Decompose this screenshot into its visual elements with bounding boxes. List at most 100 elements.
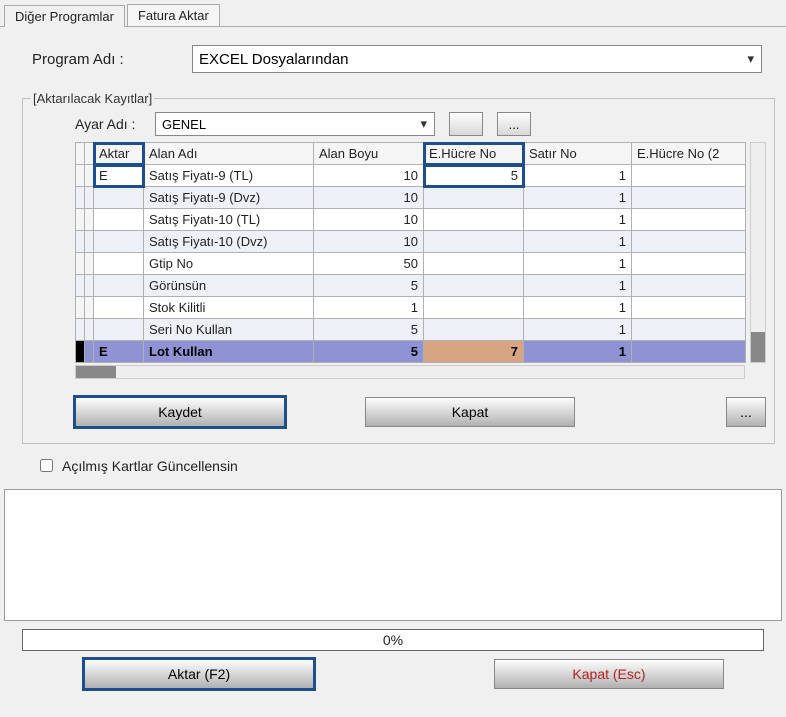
horizontal-scrollbar[interactable]: [75, 365, 745, 379]
cell-boy[interactable]: 1: [314, 297, 424, 319]
setting-button-1[interactable]: [449, 112, 483, 136]
cell-hucre2[interactable]: [632, 319, 746, 341]
cell-satir[interactable]: 1: [524, 341, 632, 363]
cell-alan[interactable]: Lot Kullan: [144, 341, 314, 363]
cell-boy[interactable]: 5: [314, 341, 424, 363]
cell-aktar[interactable]: [94, 231, 144, 253]
tab-other-programs[interactable]: Diğer Programlar: [4, 5, 125, 27]
cell-hucre2[interactable]: [632, 341, 746, 363]
row-gutter2: [85, 275, 94, 297]
table-row[interactable]: Stok Kilitli11: [76, 297, 746, 319]
table-row[interactable]: Satış Fiyatı-10 (Dvz)10 1: [76, 231, 746, 253]
cell-aktar[interactable]: [94, 275, 144, 297]
table-row[interactable]: ESatış Fiyatı-9 (TL)1051: [76, 165, 746, 187]
col-aktar[interactable]: Aktar: [94, 143, 144, 165]
cell-boy[interactable]: 10: [314, 187, 424, 209]
cell-alan[interactable]: Satış Fiyatı-10 (Dvz): [144, 231, 314, 253]
col-boy[interactable]: Alan Boyu: [314, 143, 424, 165]
cell-alan[interactable]: Stok Kilitli: [144, 297, 314, 319]
cell-hucre[interactable]: 7: [424, 341, 524, 363]
cell-satir[interactable]: 1: [524, 231, 632, 253]
row-gutter2: [85, 231, 94, 253]
grid-gutter-header2: [85, 143, 94, 165]
cell-alan[interactable]: Görünsün: [144, 275, 314, 297]
cell-hucre[interactable]: 5: [424, 165, 524, 187]
cell-satir[interactable]: 1: [524, 165, 632, 187]
row-gutter: [76, 341, 85, 363]
save-button[interactable]: Kaydet: [75, 397, 285, 427]
row-gutter: [76, 253, 85, 275]
cell-hucre[interactable]: [424, 275, 524, 297]
cell-aktar[interactable]: [94, 319, 144, 341]
cell-aktar[interactable]: [94, 297, 144, 319]
cell-hucre[interactable]: [424, 187, 524, 209]
cell-hucre2[interactable]: [632, 209, 746, 231]
col-hucre[interactable]: E.Hücre No: [424, 143, 524, 165]
cell-hucre[interactable]: [424, 253, 524, 275]
cell-alan[interactable]: Satış Fiyatı-10 (TL): [144, 209, 314, 231]
horizontal-scroll-thumb[interactable]: [76, 366, 116, 378]
update-opened-cards-label: Açılmış Kartlar Güncellensin: [62, 458, 238, 474]
table-row[interactable]: Görünsün5 1: [76, 275, 746, 297]
table-row[interactable]: ELot Kullan571: [76, 341, 746, 363]
cell-aktar[interactable]: E: [94, 341, 144, 363]
cell-hucre[interactable]: [424, 231, 524, 253]
cell-satir[interactable]: 1: [524, 319, 632, 341]
cell-satir[interactable]: 1: [524, 275, 632, 297]
col-alan[interactable]: Alan Adı: [144, 143, 314, 165]
row-gutter2: [85, 341, 94, 363]
vertical-scroll-thumb[interactable]: [751, 332, 765, 362]
cell-hucre[interactable]: [424, 319, 524, 341]
cell-hucre[interactable]: [424, 297, 524, 319]
cell-hucre2[interactable]: [632, 253, 746, 275]
cell-satir[interactable]: 1: [524, 253, 632, 275]
log-textarea[interactable]: [4, 489, 782, 621]
table-row[interactable]: Gtip No50 1: [76, 253, 746, 275]
cell-aktar[interactable]: E: [94, 165, 144, 187]
cell-alan[interactable]: Gtip No: [144, 253, 314, 275]
progress-bar: 0%: [22, 629, 764, 651]
tab-invoice-transfer[interactable]: Fatura Aktar: [127, 4, 220, 26]
cell-aktar[interactable]: [94, 187, 144, 209]
setting-name-select[interactable]: GENEL: [155, 112, 435, 136]
program-name-label: Program Adı :: [32, 51, 192, 68]
cell-aktar[interactable]: [94, 209, 144, 231]
update-opened-cards-checkbox[interactable]: [40, 459, 53, 472]
table-row[interactable]: Seri No Kullan5 1: [76, 319, 746, 341]
cell-hucre[interactable]: [424, 209, 524, 231]
close-esc-button[interactable]: Kapat (Esc): [494, 659, 724, 689]
cell-alan[interactable]: Satış Fiyatı-9 (TL): [144, 165, 314, 187]
setting-button-2[interactable]: ...: [497, 112, 531, 136]
cell-hucre2[interactable]: [632, 165, 746, 187]
table-row[interactable]: Satış Fiyatı-10 (TL)10 1: [76, 209, 746, 231]
transfer-button[interactable]: Aktar (F2): [84, 659, 314, 689]
records-group: [Aktarılacak Kayıtlar] Ayar Adı : GENEL …: [22, 91, 775, 444]
more-button[interactable]: ...: [726, 397, 766, 427]
cell-hucre2[interactable]: [632, 297, 746, 319]
col-satir[interactable]: Satır No: [524, 143, 632, 165]
row-gutter2: [85, 319, 94, 341]
col-hucre2[interactable]: E.Hücre No (2: [632, 143, 746, 165]
program-name-select[interactable]: EXCEL Dosyalarından: [192, 45, 762, 73]
cell-boy[interactable]: 10: [314, 209, 424, 231]
cell-boy[interactable]: 50: [314, 253, 424, 275]
cell-alan[interactable]: Seri No Kullan: [144, 319, 314, 341]
cell-satir[interactable]: 1: [524, 209, 632, 231]
cell-boy[interactable]: 5: [314, 319, 424, 341]
cell-boy[interactable]: 10: [314, 165, 424, 187]
cell-satir[interactable]: 1: [524, 187, 632, 209]
cell-aktar[interactable]: [94, 253, 144, 275]
cell-boy[interactable]: 10: [314, 231, 424, 253]
vertical-scrollbar[interactable]: [750, 142, 766, 363]
row-gutter: [76, 209, 85, 231]
cell-hucre2[interactable]: [632, 231, 746, 253]
table-row[interactable]: Satış Fiyatı-9 (Dvz)10 1: [76, 187, 746, 209]
cell-satir[interactable]: 1: [524, 297, 632, 319]
close-button[interactable]: Kapat: [365, 397, 575, 427]
fields-grid[interactable]: Aktar Alan Adı Alan Boyu E.Hücre No Satı…: [75, 142, 746, 363]
row-gutter: [76, 231, 85, 253]
cell-alan[interactable]: Satış Fiyatı-9 (Dvz): [144, 187, 314, 209]
cell-hucre2[interactable]: [632, 275, 746, 297]
cell-hucre2[interactable]: [632, 187, 746, 209]
cell-boy[interactable]: 5: [314, 275, 424, 297]
